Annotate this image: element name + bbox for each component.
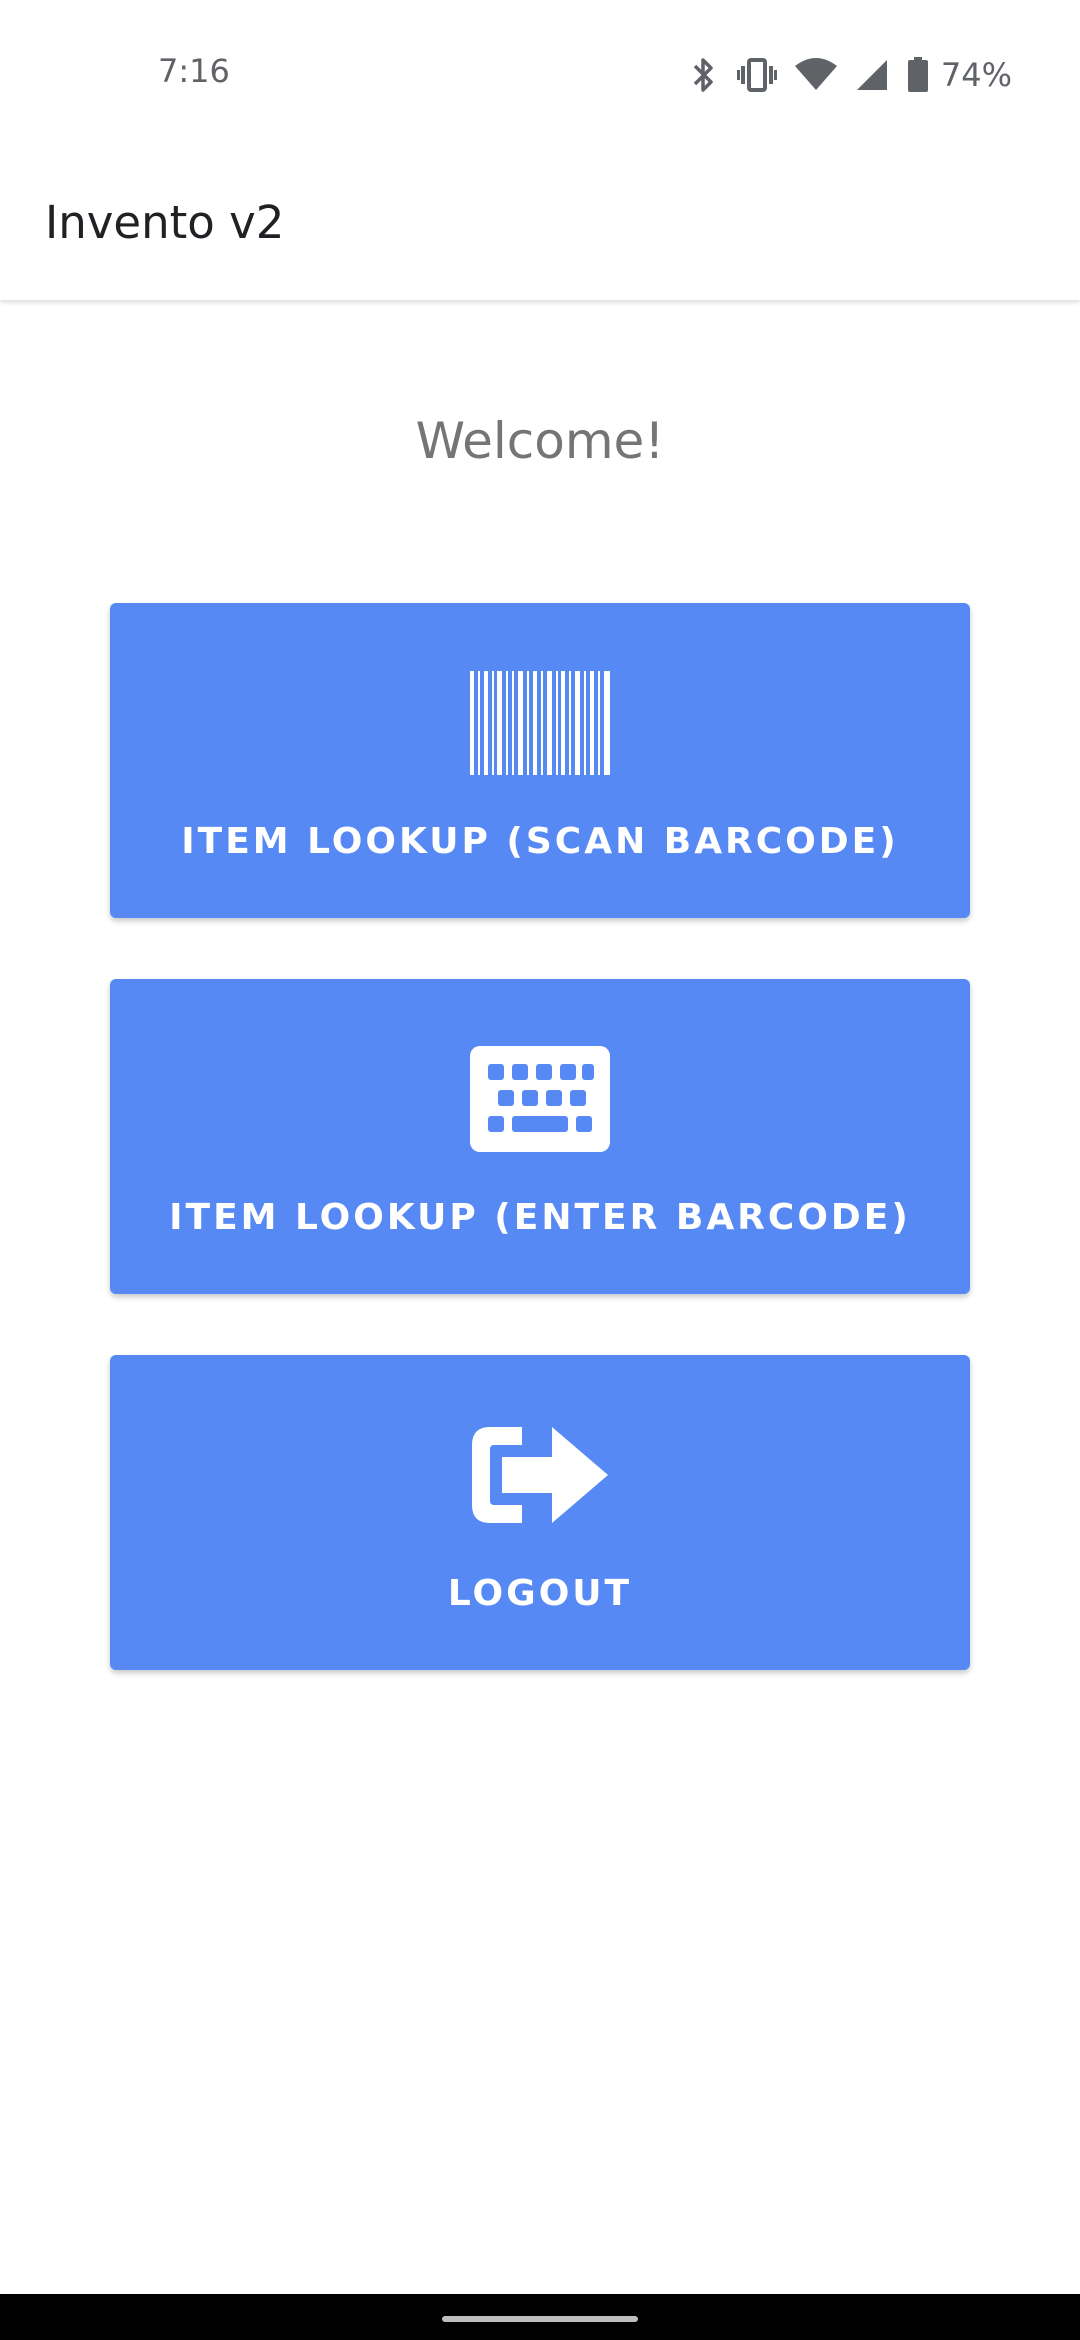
keyboard-icon <box>470 1046 610 1152</box>
status-bar: 7:16 74% <box>0 0 1080 150</box>
vibrate-icon <box>736 58 777 92</box>
logout-button[interactable]: LOGOUT <box>110 1355 970 1670</box>
scan-barcode-label: ITEM LOOKUP (SCAN BARCODE) <box>181 821 899 862</box>
enter-barcode-button[interactable]: ITEM LOOKUP (ENTER BARCODE) <box>110 979 970 1294</box>
wifi-icon <box>794 58 837 92</box>
navigation-bar <box>0 2294 1080 2340</box>
welcome-text: Welcome! <box>415 412 665 470</box>
cell-signal-icon <box>855 58 889 92</box>
status-icons: 74% <box>689 52 1012 98</box>
status-time: 7:16 <box>158 52 230 90</box>
battery-icon <box>907 57 929 93</box>
battery-percent: 74% <box>940 56 1012 94</box>
scan-barcode-button[interactable]: ITEM LOOKUP (SCAN BARCODE) <box>110 603 970 918</box>
barcode-icon <box>470 671 610 775</box>
home-gesture-handle[interactable] <box>442 2316 638 2322</box>
app-title: Invento v2 <box>45 196 285 249</box>
logout-icon <box>470 1421 610 1529</box>
bluetooth-icon <box>689 56 719 94</box>
app-bar: Invento v2 <box>0 150 1080 300</box>
enter-barcode-label: ITEM LOOKUP (ENTER BARCODE) <box>169 1197 911 1238</box>
logout-label: LOGOUT <box>447 1573 633 1614</box>
